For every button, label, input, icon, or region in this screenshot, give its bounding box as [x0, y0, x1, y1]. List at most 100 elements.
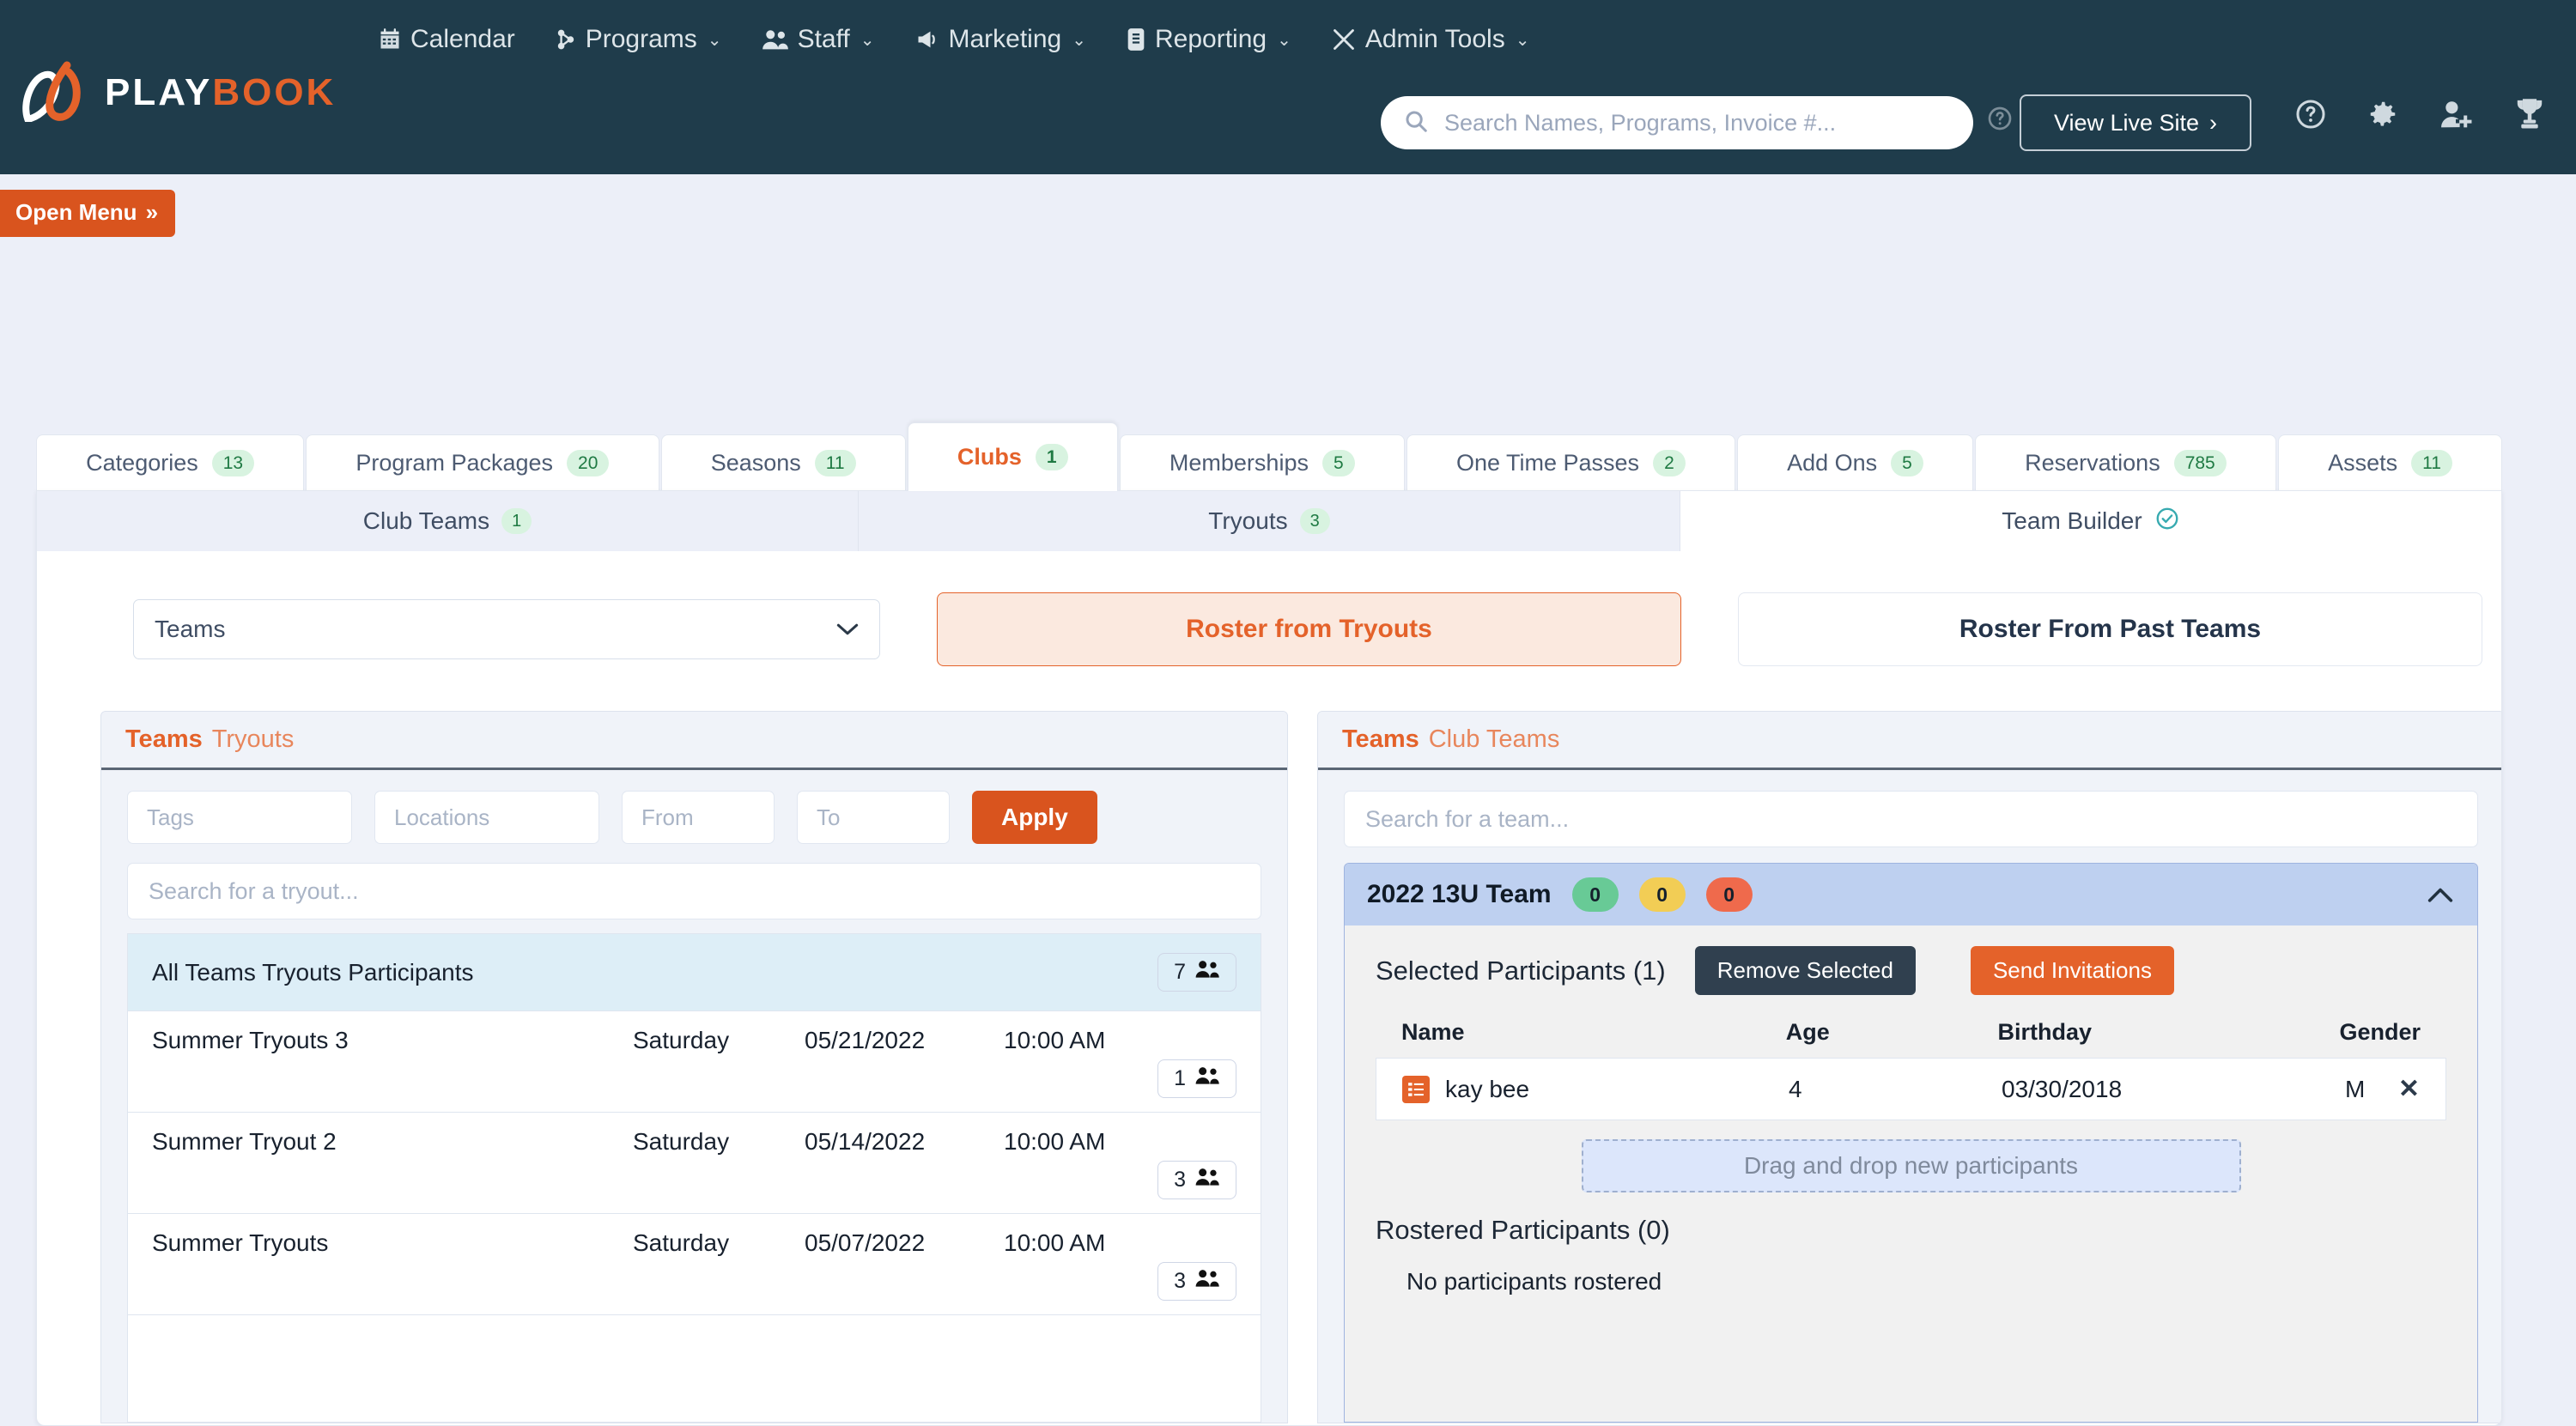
global-search[interactable] — [1381, 96, 1973, 149]
tab-label: Reservations — [2025, 450, 2160, 476]
drag-drop-zone[interactable]: Drag and drop new participants — [1582, 1139, 2241, 1192]
send-invitations-button[interactable]: Send Invitations — [1971, 946, 2174, 995]
nav-item-calendar[interactable]: Calendar — [378, 25, 515, 54]
team-search-placeholder: Search for a team... — [1365, 806, 1569, 833]
tab-program-packages[interactable]: Program Packages 20 — [306, 434, 659, 491]
club-teams-panel: Teams Club Teams Search for a team... 20… — [1317, 711, 2502, 1423]
header-icon-buttons — [2294, 96, 2547, 137]
from-placeholder: From — [641, 804, 694, 831]
subtab-tryouts[interactable]: Tryouts 3 — [859, 491, 1680, 551]
open-menu-button[interactable]: Open Menu » — [0, 190, 175, 237]
roster-from-tryouts-button[interactable]: Roster from Tryouts — [937, 592, 1681, 666]
add-user-icon[interactable] — [2439, 98, 2473, 135]
tryout-day: Saturday — [633, 1128, 805, 1156]
apply-filters-button[interactable]: Apply — [972, 791, 1097, 844]
teams-select[interactable]: Teams — [133, 599, 880, 659]
tab-add-ons[interactable]: Add Ons 5 — [1737, 434, 1973, 491]
tryout-date: 05/21/2022 — [805, 1027, 1004, 1054]
people-icon — [1194, 1269, 1220, 1294]
brand-name: PLAYBOOK — [105, 71, 336, 114]
gear-icon[interactable] — [2366, 98, 2399, 135]
open-menu-label: Open Menu — [15, 199, 137, 226]
tab-categories[interactable]: Categories 13 — [36, 434, 304, 491]
programs-icon — [555, 27, 577, 52]
team-card-header[interactable]: 2022 13U Team 0 0 0 — [1345, 864, 2477, 925]
tryout-list-item[interactable]: Summer Tryouts 3 Saturday 05/21/2022 10:… — [128, 1011, 1261, 1113]
nav-item-reporting[interactable]: Reporting ⌄ — [1126, 25, 1291, 54]
nav-item-admin-tools[interactable]: Admin Tools ⌄ — [1331, 25, 1530, 54]
tab-one-time-passes[interactable]: One Time Passes 2 — [1406, 434, 1735, 491]
participant-row[interactable]: kay bee 4 03/30/2018 M ✕ — [1376, 1058, 2446, 1120]
tryout-time: 10:00 AM — [1004, 1128, 1105, 1156]
tryout-search-placeholder: Search for a tryout... — [149, 878, 359, 905]
tryout-list-item[interactable]: Summer Tryouts Saturday 05/07/2022 10:00… — [128, 1214, 1261, 1315]
participant-count-badge[interactable]: 3 — [1157, 1262, 1236, 1301]
list-grip-icon[interactable] — [1402, 1076, 1430, 1103]
participant-count-badge[interactable]: 7 — [1157, 953, 1236, 992]
tags-filter-input[interactable]: Tags — [127, 791, 352, 844]
participant-gender: M — [2345, 1076, 2398, 1103]
tab-seasons[interactable]: Seasons 11 — [661, 434, 906, 491]
brand-logo[interactable]: PLAYBOOK — [19, 58, 336, 126]
club-subtabs: Club Teams 1 Tryouts 3 Team Builder — [37, 491, 2501, 551]
tab-label: Assets — [2328, 450, 2397, 476]
nav-label: Reporting — [1155, 25, 1267, 54]
tryouts-panel-title-strong: Teams — [125, 725, 203, 754]
main-navigation: Calendar Programs ⌄ Staff ⌄ Marketing ⌄ — [378, 12, 1529, 67]
tryout-date: 05/07/2022 — [805, 1229, 1004, 1257]
club-teams-panel-title-strong: Teams — [1342, 725, 1419, 754]
nav-label: Staff — [798, 25, 850, 54]
locations-filter-input[interactable]: Locations — [374, 791, 599, 844]
team-badge-red: 0 — [1706, 877, 1753, 912]
trophy-icon[interactable] — [2512, 96, 2547, 137]
participant-count: 3 — [1174, 1269, 1186, 1294]
to-placeholder: To — [817, 804, 840, 831]
all-tryouts-participants-row[interactable]: All Teams Tryouts Participants 7 — [128, 934, 1261, 1011]
chevron-down-icon: ⌄ — [1072, 29, 1086, 51]
chevron-down-icon: ⌄ — [1516, 29, 1530, 51]
nav-label: Calendar — [410, 25, 515, 54]
nav-label: Admin Tools — [1365, 25, 1505, 54]
tab-count: 13 — [212, 450, 254, 476]
nav-item-programs[interactable]: Programs ⌄ — [555, 25, 722, 54]
tab-assets[interactable]: Assets 11 — [2278, 434, 2502, 491]
nav-item-staff[interactable]: Staff ⌄ — [762, 25, 875, 54]
playbook-logo-icon — [19, 58, 93, 126]
to-date-input[interactable]: To — [797, 791, 950, 844]
chevron-right-icon: › — [2209, 110, 2217, 137]
question-mark-icon[interactable] — [1986, 105, 2014, 132]
people-icon — [1194, 1168, 1220, 1192]
tryout-time: 10:00 AM — [1004, 1229, 1105, 1257]
roster-from-past-teams-button[interactable]: Roster From Past Teams — [1738, 592, 2482, 666]
participant-age: 4 — [1789, 1076, 2002, 1103]
participant-count-badge[interactable]: 1 — [1157, 1059, 1236, 1098]
drag-drop-label: Drag and drop new participants — [1744, 1152, 2078, 1180]
subtab-team-builder[interactable]: Team Builder — [1680, 491, 2501, 551]
tags-placeholder: Tags — [147, 804, 194, 831]
tab-clubs[interactable]: Clubs 1 — [908, 422, 1118, 491]
close-icon[interactable]: ✕ — [2398, 1074, 2420, 1104]
tab-reservations[interactable]: Reservations 785 — [1975, 434, 2276, 491]
tab-label: Memberships — [1170, 450, 1309, 476]
from-date-input[interactable]: From — [622, 791, 775, 844]
tab-count: 11 — [815, 450, 856, 476]
search-input[interactable] — [1443, 109, 1951, 137]
remove-selected-button[interactable]: Remove Selected — [1695, 946, 1916, 995]
chevron-up-icon[interactable] — [2426, 878, 2455, 912]
people-icon — [1194, 1066, 1220, 1091]
section-tabs: Categories 13 Program Packages 20 Season… — [36, 422, 2502, 491]
help-circle-icon[interactable] — [2294, 98, 2327, 135]
view-live-site-button[interactable]: View Live Site › — [2020, 94, 2251, 151]
tryout-search-input[interactable]: Search for a tryout... — [127, 863, 1261, 919]
team-builder-panels: Teams Tryouts Tags Locations From To — [100, 711, 2502, 1423]
team-search-row: Search for a team... — [1318, 770, 2502, 863]
team-badge-yellow: 0 — [1639, 877, 1686, 912]
tryout-search-row: Search for a tryout... — [101, 856, 1287, 933]
tryout-list-item[interactable]: Summer Tryout 2 Saturday 05/14/2022 10:0… — [128, 1113, 1261, 1214]
tab-memberships[interactable]: Memberships 5 — [1120, 434, 1405, 491]
team-search-input[interactable]: Search for a team... — [1344, 791, 2478, 847]
participant-count-badge[interactable]: 3 — [1157, 1161, 1236, 1199]
subtab-club-teams[interactable]: Club Teams 1 — [37, 491, 859, 551]
subtab-label: Club Teams — [363, 507, 489, 535]
nav-item-marketing[interactable]: Marketing ⌄ — [914, 25, 1086, 54]
